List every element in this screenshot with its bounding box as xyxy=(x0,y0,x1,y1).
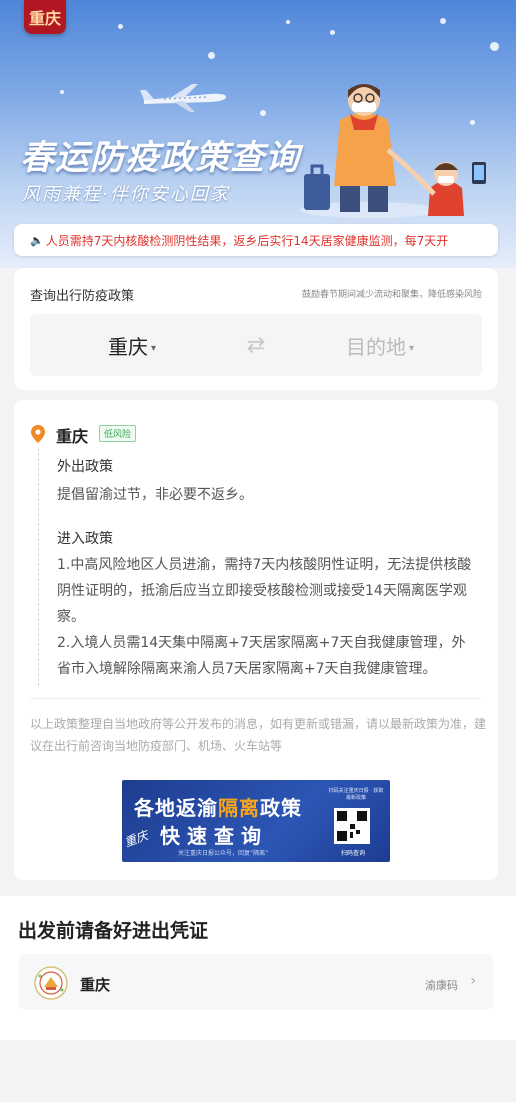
snowflake xyxy=(286,20,290,24)
qr-code-icon xyxy=(334,808,370,844)
credentials-title: 出发前请备好进出凭证 xyxy=(18,920,209,942)
speaker-icon: 🔈 xyxy=(30,233,44,247)
health-code-emblem-icon xyxy=(34,966,68,1000)
banner-title: 春运防疫政策查询 xyxy=(20,138,300,178)
snowflake xyxy=(208,52,215,59)
query-label: 查询出行防疫政策 xyxy=(30,289,135,304)
snowflake xyxy=(260,110,266,116)
entry-policy-item: 1.中高风险地区人员进渝，需持7天内核酸阴性证明，无法提供核酸阴性证明的，抵渝后… xyxy=(57,557,472,625)
swap-arrows-icon[interactable]: ⇄ xyxy=(234,333,278,358)
credentials-section: 出发前请备好进出凭证 重庆 渝康码 › xyxy=(0,896,516,1040)
exit-policy-text: 提倡留渝过节，非必要不返乡。 xyxy=(57,487,253,503)
ad-subheadline: 快速查询 xyxy=(160,824,268,848)
policy-detail-card: 重庆 低风险 外出政策 提倡留渝过节，非必要不返乡。 进入政策 1.中高风险地区… xyxy=(14,400,498,880)
ticker-text: 人员需持7天内核酸检测阴性结果，返乡后实行14天居家健康监测，每7天开 xyxy=(45,233,449,248)
policy-disclaimer: 以上政策整理自当地政府等公开发布的消息，如有更新或错漏，请以最新政策为准，建议在… xyxy=(30,717,487,753)
divider xyxy=(30,698,482,699)
entry-policy-heading: 进入政策 xyxy=(57,531,113,547)
policy-query-card: 查询出行防疫政策 鼓励春节期间减少流动和聚集，降低感染风险 重庆 ▾ ⇄ 目的地 ▾ xyxy=(14,268,498,390)
quick-query-ad-banner[interactable]: 重庆 各地返渝隔离政策 快速查询 关注重庆日报公众号，回复“隔离” 扫码关注重庆… xyxy=(122,780,390,862)
snowflake xyxy=(490,42,499,51)
announcement-ticker[interactable]: 🔈 人员需持7天内核酸检测阴性结果，返乡后实行14天居家健康监测，每7天开 xyxy=(14,224,498,256)
risk-level-badge: 低风险 xyxy=(99,425,137,442)
timeline-divider xyxy=(38,448,39,686)
location-pin-icon xyxy=(31,425,45,443)
banner-subtitle: 风雨兼程·伴你安心回家 xyxy=(22,184,230,205)
origin-city-select[interactable]: 重庆 ▾ xyxy=(30,331,234,360)
snowflake xyxy=(440,18,446,24)
airplane-icon xyxy=(140,84,226,112)
ad-scan-label: 扫码查询 xyxy=(340,850,365,857)
hero-banner: 重庆 春运防疫政策查询 风雨兼程·伴你安心回家 🔈 人员需持7天内核酸检测阴性结… xyxy=(0,0,516,268)
origin-city-label: 重庆 xyxy=(107,334,148,359)
ad-logo-signature: 重庆 xyxy=(122,828,150,850)
route-selector: 重庆 ▾ ⇄ 目的地 ▾ xyxy=(30,314,482,376)
snowflake xyxy=(118,24,123,29)
chevron-right-icon: › xyxy=(470,973,476,989)
query-tip: 鼓励春节期间减少流动和聚集，降低感染风险 xyxy=(301,290,482,300)
snowflake xyxy=(330,30,335,35)
health-code-city: 重庆 xyxy=(80,976,111,994)
destination-placeholder: 目的地 xyxy=(345,334,406,359)
ad-note: 关注重庆日报公众号，回复“隔离” xyxy=(178,850,269,857)
traveler-illustration xyxy=(300,84,486,218)
destination-city-select[interactable]: 目的地 ▾ xyxy=(278,331,482,360)
caret-down-icon: ▾ xyxy=(408,342,415,354)
snowflake xyxy=(60,90,64,94)
health-code-label: 渝康码 xyxy=(425,979,458,992)
policy-city: 重庆 xyxy=(56,427,89,446)
entry-policy-item: 2.入境人员需14天集中隔离+7天居家隔离+7天自我健康管理，外省市入境解除隔离… xyxy=(57,635,466,677)
newspaper-logo: 重庆 xyxy=(24,0,66,34)
exit-policy-heading: 外出政策 xyxy=(57,459,113,475)
ad-side-text: 扫码关注重庆日报 · 获取最新政策 xyxy=(328,788,384,801)
ad-headline: 各地返渝隔离政策 xyxy=(134,796,302,820)
caret-down-icon: ▾ xyxy=(150,342,157,354)
health-code-row[interactable]: 重庆 渝康码 › xyxy=(18,954,494,1010)
